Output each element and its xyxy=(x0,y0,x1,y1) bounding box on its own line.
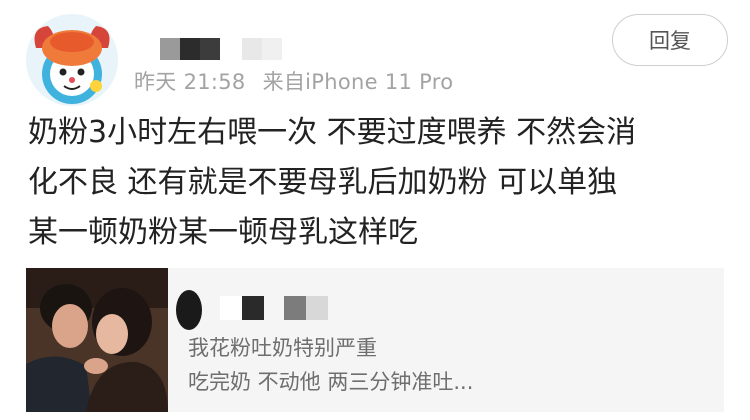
mosaic-block xyxy=(180,38,200,60)
reply-button[interactable]: 回复 xyxy=(612,14,728,66)
quoted-post-card[interactable]: 我花粉吐奶特别严重 吃完奶 不动他 两三分钟准吐... xyxy=(26,268,724,412)
quoted-post-text-line2: 吃完奶 不动他 两三分钟准吐... xyxy=(188,370,474,394)
mosaic-block xyxy=(160,38,180,60)
quoted-avatar xyxy=(176,290,202,330)
mosaic-block xyxy=(284,296,306,320)
post-source: 来自iPhone 11 Pro xyxy=(262,70,454,94)
cartoon-mouse-avatar-icon xyxy=(26,14,118,106)
post-time: 昨天 21:58 xyxy=(134,70,246,94)
mosaic-block xyxy=(220,296,242,320)
mosaic-block xyxy=(242,296,264,320)
mosaic-block xyxy=(306,296,328,320)
post-content: 奶粉3小时左右喂一次 不要过度喂养 不然会消 化不良 还有就是不要母乳后加奶粉 … xyxy=(28,115,637,250)
couple-photo-thumbnail-icon xyxy=(26,268,168,412)
quoted-post-thumbnail xyxy=(26,268,168,412)
post-meta: 昨天 21:58 来自iPhone 11 Pro xyxy=(134,66,463,96)
user-avatar[interactable] xyxy=(26,14,118,106)
mosaic-block xyxy=(242,38,262,60)
quoted-post-text-line1: 我花粉吐奶特别严重 xyxy=(188,336,377,360)
mosaic-block xyxy=(200,38,220,60)
mosaic-block xyxy=(262,38,282,60)
